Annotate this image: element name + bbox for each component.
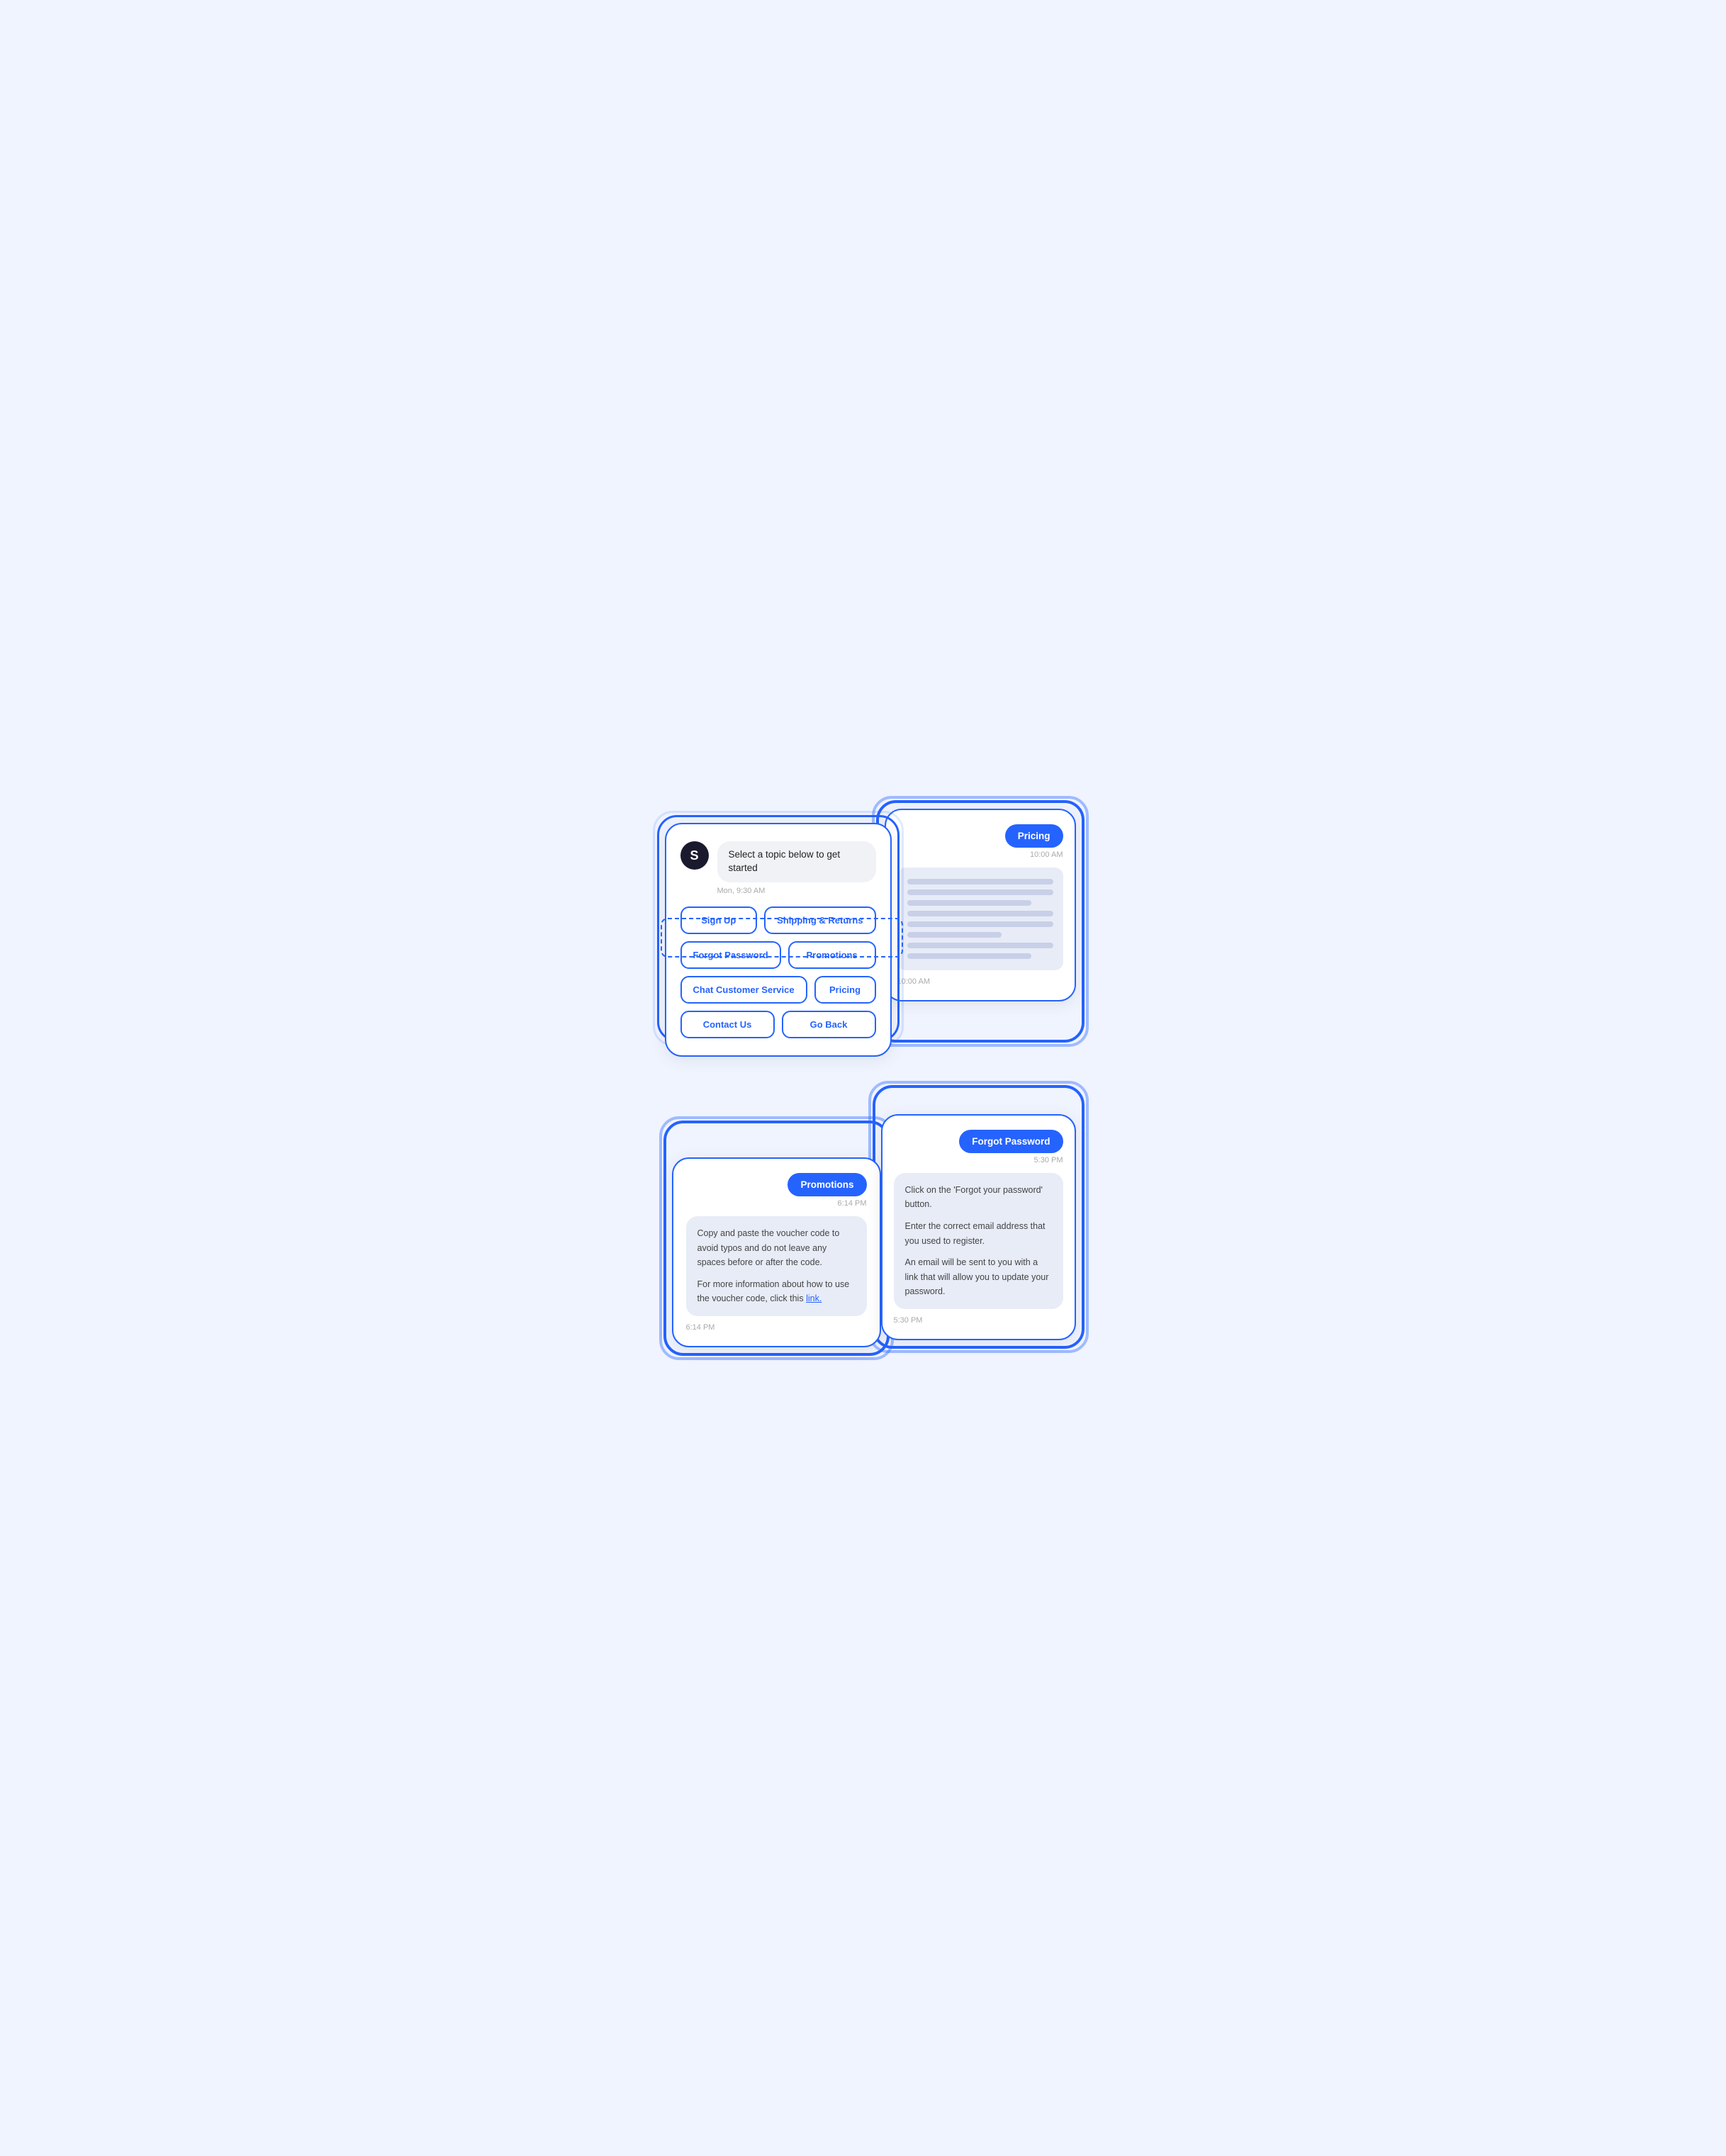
bot-message-bubble: Select a topic below to get started [717,841,876,882]
topic-row-4: Contact Us Go Back [680,1011,876,1038]
promotions-bot-bubble: Copy and paste the voucher code to avoid… [686,1216,867,1316]
topic-selector-card: S Select a topic below to get started Mo… [665,823,892,1057]
promotions-timestamp-bot: 6:14 PM [686,1323,867,1332]
forgot-timestamp-user: 5:30 PM [894,1156,1063,1164]
forgot-bot-bubble: Click on the 'Forgot your password' butt… [894,1173,1063,1309]
topic-row-2: Forgot Password Promotions [680,941,876,969]
forgot-bot-text-1: Click on the 'Forgot your password' butt… [905,1183,1052,1212]
forgot-timestamp-bot: 5:30 PM [894,1316,1063,1325]
timestamp-main: Mon, 9:30 AM [717,887,876,895]
placeholder-line [907,879,1053,885]
pricing-response-placeholder [897,868,1063,970]
sign-up-button[interactable]: Sign Up [680,906,758,934]
topic-row-3: Chat Customer Service Pricing [680,976,876,1004]
scene: S Select a topic below to get started Mo… [651,809,1076,1347]
promotions-button[interactable]: Promotions [788,941,876,969]
forgot-user-bubble-wrap: Forgot Password [894,1130,1063,1153]
forgot-bot-text-2: Enter the correct email address that you… [905,1219,1052,1248]
chat-customer-service-button[interactable]: Chat Customer Service [680,976,807,1004]
chat-header: S Select a topic below to get started [680,841,876,882]
promotions-link[interactable]: link. [806,1293,822,1303]
pricing-user-bubble: Pricing [1005,824,1063,848]
forgot-bot-text-3: An email will be sent to you with a link… [905,1255,1052,1299]
placeholder-line [907,889,1053,895]
promotions-user-bubble: Promotions [788,1173,866,1196]
forgot-password-card: Forgot Password 5:30 PM Click on the 'Fo… [881,1114,1076,1340]
forgot-password-button[interactable]: Forgot Password [680,941,781,969]
placeholder-line [907,911,1053,916]
shipping-returns-button[interactable]: Shipping & Returns [764,906,875,934]
placeholder-line [907,943,1053,948]
avatar: S [680,841,709,870]
placeholder-line [907,953,1031,959]
placeholder-line [907,932,1002,938]
pricing-button[interactable]: Pricing [814,976,876,1004]
promotions-bot-text-1: Copy and paste the voucher code to avoid… [697,1226,856,1270]
forgot-user-bubble: Forgot Password [959,1130,1063,1153]
pricing-card: Pricing 10:00 AM 10:00 AM [885,809,1076,1001]
go-back-button[interactable]: Go Back [782,1011,876,1038]
topic-grid: Sign Up Shipping & Returns Forgot Passwo… [680,906,876,1038]
pricing-timestamp-user: 10:00 AM [897,850,1063,859]
promotions-timestamp-user: 6:14 PM [686,1199,867,1208]
placeholder-line [907,921,1053,927]
promotions-bot-text-2: For more information about how to use th… [697,1277,856,1306]
placeholder-line [907,900,1031,906]
promotions-user-bubble-wrap: Promotions [686,1173,867,1196]
pricing-user-bubble-wrap: Pricing [897,824,1063,848]
promotions-card: Promotions 6:14 PM Copy and paste the vo… [672,1157,881,1347]
contact-us-button[interactable]: Contact Us [680,1011,775,1038]
pricing-timestamp-bot: 10:00 AM [897,977,1063,986]
topic-row-1: Sign Up Shipping & Returns [680,906,876,934]
